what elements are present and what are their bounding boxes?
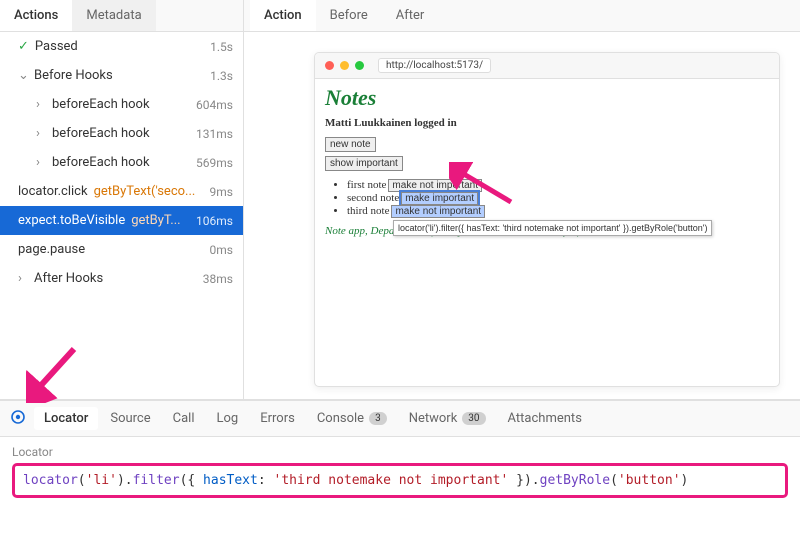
action-duration: 38ms [203, 272, 233, 286]
console-badge: 3 [369, 412, 387, 425]
annotation-arrow-preview [449, 162, 519, 212]
action-arg: getByText('seco... [94, 184, 196, 199]
token-punc: ( [78, 473, 86, 488]
note-text: third note [347, 205, 389, 217]
page-content: Notes Matti Luukkainen logged in new not… [315, 79, 779, 243]
tab-console-label: Console [317, 411, 364, 426]
token-str: 'button' [618, 473, 681, 488]
chevron-right-icon: › [36, 155, 46, 170]
note-item-2: second notemake important [347, 192, 769, 204]
tab-network[interactable]: Network 30 [399, 407, 496, 430]
action-row-locator-click[interactable]: locator.click getByText('seco... 9ms [0, 177, 243, 206]
annotation-arrow-locator [26, 343, 86, 407]
check-icon: ✓ [18, 39, 29, 54]
locator-section: Locator locator('li').filter({ hasText: … [0, 437, 800, 506]
target-icon[interactable] [10, 409, 26, 429]
token-fn: filter [133, 473, 180, 488]
note-item-3: third notemake not important locator('li… [347, 205, 769, 217]
token-punc: ({ [180, 473, 203, 488]
token-punc: ( [610, 473, 618, 488]
action-arg: getByT... [131, 213, 180, 228]
action-row-page-pause[interactable]: page.pause 0ms [0, 235, 243, 264]
action-label: After Hooks [34, 271, 103, 286]
action-duration: 1.5s [210, 40, 233, 54]
tab-metadata[interactable]: Metadata [72, 0, 155, 31]
action-duration: 604ms [196, 98, 233, 112]
page-title: Notes [325, 85, 769, 111]
traffic-min-icon [340, 61, 349, 70]
preview-area: http://localhost:5173/ Notes Matti Luukk… [244, 32, 800, 399]
token-punc: : [258, 473, 274, 488]
action-row-before-each-1[interactable]: › beforeEach hook 604ms [0, 90, 243, 119]
token-punc: ) [681, 473, 689, 488]
locator-label: Locator [12, 445, 788, 459]
chevron-right-icon: › [36, 126, 46, 141]
tab-actions[interactable]: Actions [0, 0, 72, 31]
show-important-button[interactable]: show important [325, 156, 403, 171]
chevron-right-icon: › [36, 97, 46, 112]
action-row-before-each-2[interactable]: › beforeEach hook 131ms [0, 119, 243, 148]
tab-call[interactable]: Call [163, 407, 205, 430]
action-row-before-each-3[interactable]: › beforeEach hook 569ms [0, 148, 243, 177]
action-label: beforeEach hook [52, 155, 150, 170]
tab-network-label: Network [409, 411, 458, 426]
note-text: first note [347, 179, 386, 191]
action-row-passed[interactable]: ✓ Passed 1.5s [0, 32, 243, 61]
action-row-expect-selected[interactable]: expect.toBeVisible getByT... 106ms [0, 206, 243, 235]
traffic-max-icon [355, 61, 364, 70]
tab-before[interactable]: Before [316, 0, 382, 31]
bottom-tabs: Locator Source Call Log Errors Console3 … [0, 401, 800, 437]
browser-chrome: http://localhost:5173/ [315, 53, 779, 79]
action-duration: 1.3s [210, 69, 233, 83]
token-fn: locator [23, 473, 78, 488]
tab-attachments[interactable]: Attachments [498, 407, 592, 430]
action-duration: 131ms [196, 127, 233, 141]
action-label: beforeEach hook [52, 97, 150, 112]
action-duration: 9ms [210, 185, 233, 199]
action-label: expect.toBeVisible [18, 213, 125, 228]
locator-input[interactable]: locator('li').filter({ hasText: 'third n… [12, 463, 788, 498]
chevron-down-icon: ⌄ [18, 68, 28, 83]
action-label: beforeEach hook [52, 126, 150, 141]
chevron-right-icon: › [18, 271, 28, 286]
token-punc: ). [117, 473, 133, 488]
login-status: Matti Luukkainen logged in [325, 117, 769, 129]
tab-log[interactable]: Log [207, 407, 249, 430]
action-label: page.pause [18, 242, 85, 257]
main-tabs: Action Before After [244, 0, 800, 32]
tab-action[interactable]: Action [250, 0, 316, 31]
new-note-button[interactable]: new note [325, 137, 376, 152]
action-duration: 106ms [196, 214, 233, 228]
action-row-after-hooks[interactable]: › After Hooks 38ms [0, 264, 243, 293]
tab-source[interactable]: Source [100, 407, 160, 430]
note-item-1: first notemake not important [347, 179, 769, 191]
action-duration: 569ms [196, 156, 233, 170]
network-badge: 30 [462, 412, 485, 425]
token-fn: getByRole [540, 473, 610, 488]
tab-locator[interactable]: Locator [34, 407, 98, 430]
tab-console[interactable]: Console 3 [307, 407, 397, 430]
tab-errors[interactable]: Errors [250, 407, 305, 430]
action-row-before-hooks[interactable]: ⌄ Before Hooks 1.3s [0, 61, 243, 90]
browser-preview: http://localhost:5173/ Notes Matti Luukk… [314, 52, 780, 387]
token-key: hasText [203, 473, 258, 488]
note-text: second note [347, 192, 399, 204]
action-label: Passed [35, 39, 78, 54]
traffic-lights [325, 61, 364, 70]
action-duration: 0ms [210, 243, 233, 257]
token-punc: }). [508, 473, 539, 488]
action-label: Before Hooks [34, 68, 113, 83]
tab-after[interactable]: After [382, 0, 439, 31]
token-str: 'third notemake not important' [274, 473, 509, 488]
traffic-close-icon [325, 61, 334, 70]
locator-tooltip: locator('li').filter({ hasText: 'third n… [393, 220, 712, 236]
action-label: locator.click [18, 184, 88, 199]
token-str: 'li' [86, 473, 117, 488]
sidebar-tabs: Actions Metadata [0, 0, 243, 32]
address-bar: http://localhost:5173/ [378, 58, 491, 73]
